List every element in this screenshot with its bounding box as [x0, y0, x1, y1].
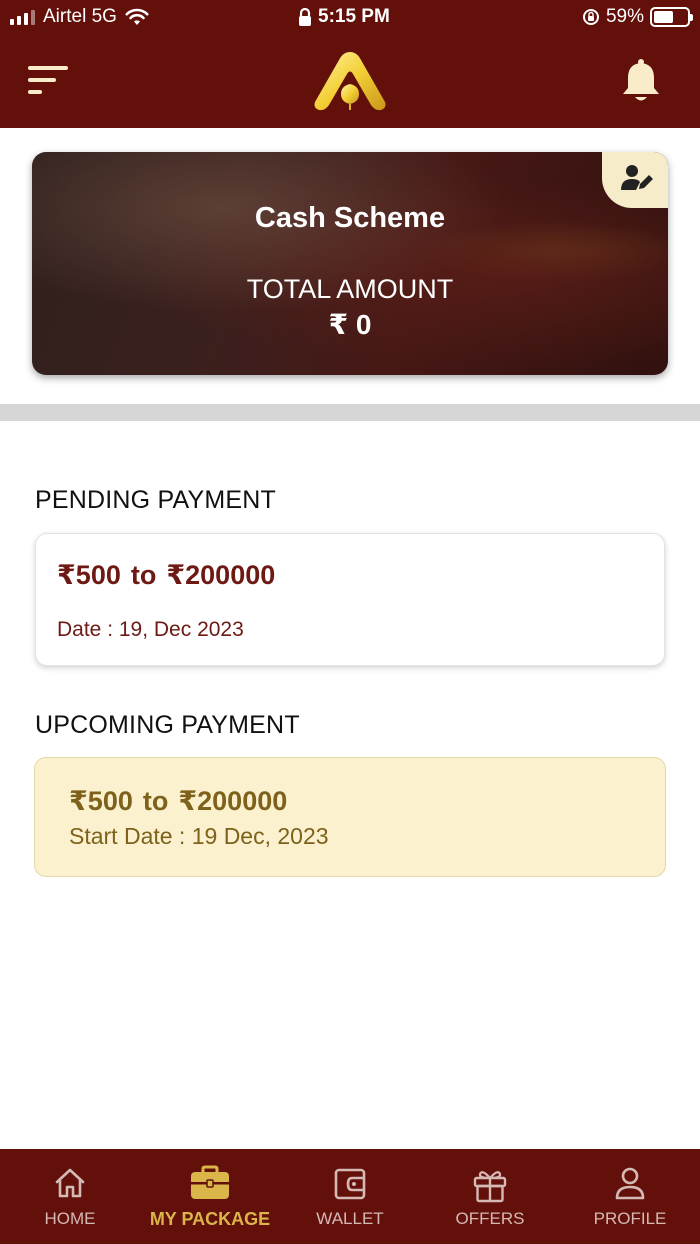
clock: 5:15 PM: [318, 6, 390, 27]
menu-icon-bar-1: [28, 66, 68, 70]
nav-my-package-label: MY PACKAGE: [149, 1209, 271, 1229]
briefcase-icon: [191, 1165, 229, 1199]
status-center: 5:15 PM: [298, 6, 390, 28]
menu-icon-bar-3: [28, 90, 42, 94]
upcoming-to-amount: 200000: [197, 786, 288, 816]
total-amount-value: ₹ 0: [32, 308, 668, 341]
bell-icon: [623, 59, 659, 101]
pending-from-amount: 500: [75, 560, 121, 590]
rupee-symbol: ₹: [178, 786, 198, 816]
app-header: Airtel 5G 5:15 PM 59%: [0, 0, 700, 128]
nav-offers[interactable]: OFFERS: [420, 1149, 560, 1244]
menu-button[interactable]: [28, 66, 70, 98]
upcoming-amount-range: ₹500 to ₹200000: [69, 786, 287, 817]
upcoming-start-date: Start Date : 19 Dec, 2023: [69, 823, 329, 849]
battery-level: [654, 11, 673, 23]
nav-wallet-label: WALLET: [316, 1209, 384, 1228]
carrier-label: Airtel 5G: [43, 6, 117, 27]
nav-offers-label: OFFERS: [455, 1209, 525, 1228]
nav-home[interactable]: HOME: [0, 1149, 140, 1244]
status-bar: Airtel 5G 5:15 PM 59%: [0, 0, 700, 36]
total-amount-number: 0: [355, 309, 372, 340]
scheme-title: Cash Scheme: [254, 202, 446, 234]
pending-to-label: to: [130, 560, 157, 590]
rupee-symbol: ₹: [57, 560, 76, 590]
home-icon: [55, 1168, 85, 1198]
total-amount-label: TOTAL AMOUNT: [246, 274, 454, 304]
upcoming-from-amount: 500: [87, 786, 133, 816]
user-icon: [615, 1167, 645, 1200]
wallet-icon: [334, 1168, 366, 1200]
upcoming-payment-card[interactable]: ₹500 to ₹200000 Start Date : 19 Dec, 2023: [34, 757, 666, 877]
pending-section-title: PENDING PAYMENT: [35, 486, 276, 514]
rupee-symbol: ₹: [328, 309, 349, 340]
user-edit-icon: [621, 165, 653, 190]
notification-button[interactable]: [620, 58, 662, 104]
battery-icon: [650, 7, 693, 27]
wifi-icon: [125, 8, 149, 25]
nav-profile[interactable]: PROFILE: [560, 1149, 700, 1244]
brand-logo: [314, 52, 386, 111]
nav-profile-label: PROFILE: [593, 1209, 667, 1228]
nav-wallet[interactable]: WALLET: [280, 1149, 420, 1244]
status-left: Airtel 5G: [10, 6, 149, 28]
lock-icon: [299, 7, 311, 26]
pending-date: Date : 19, Dec 2023: [57, 618, 244, 641]
rupee-symbol: ₹: [69, 786, 88, 816]
nav-my-package[interactable]: MY PACKAGE: [140, 1149, 280, 1244]
edit-profile-button[interactable]: [602, 152, 668, 208]
scheme-card: Cash Scheme TOTAL AMOUNT ₹ 0: [32, 152, 668, 375]
scheme-card-background: [32, 152, 668, 375]
bottom-navigation: HOME MY PACKAGE WALLET OFFERS PROFILE: [0, 1149, 700, 1244]
rotation-lock-icon: [582, 9, 599, 25]
pending-to-amount: 200000: [185, 560, 276, 590]
gift-icon: [473, 1171, 507, 1203]
signal-icon: [10, 9, 35, 25]
nav-home-label: HOME: [44, 1209, 96, 1228]
battery-percent: 59%: [605, 6, 644, 27]
pending-payment-card[interactable]: ₹500 to ₹200000 Date : 19, Dec 2023: [35, 533, 665, 666]
upcoming-to-label: to: [142, 786, 169, 816]
status-right: 59%: [582, 6, 693, 28]
section-divider: [0, 404, 700, 421]
rupee-symbol: ₹: [166, 560, 186, 590]
upcoming-section-title: UPCOMING PAYMENT: [35, 711, 300, 739]
menu-icon-bar-2: [28, 78, 56, 82]
pending-amount-range: ₹500 to ₹200000: [57, 560, 275, 591]
